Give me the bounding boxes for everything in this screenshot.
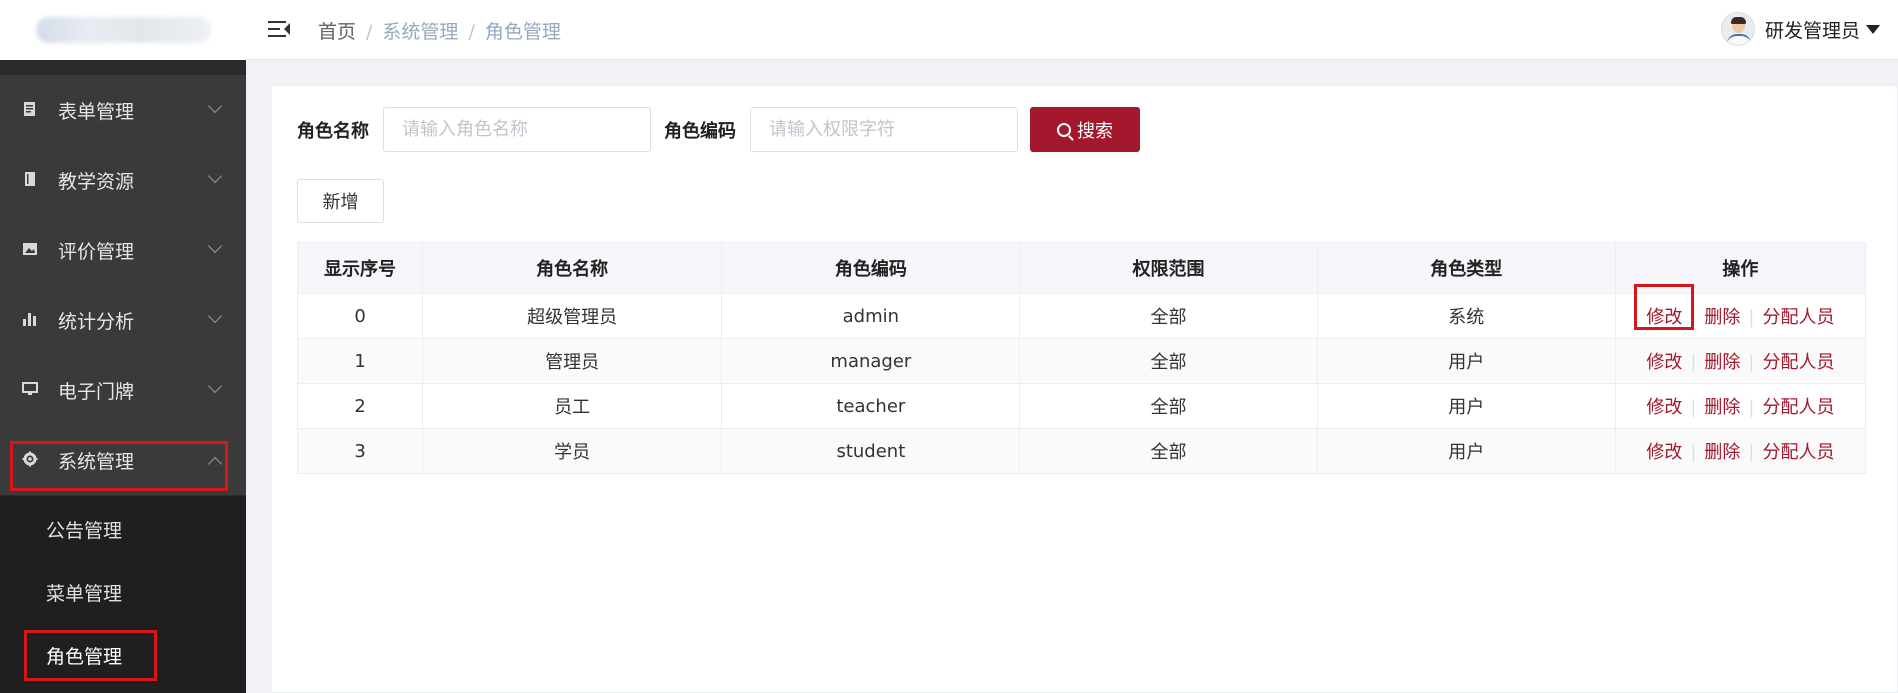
cell-name: 超级管理员 (422, 293, 723, 339)
book-icon (21, 171, 39, 189)
cell-type: 用户 (1316, 338, 1616, 384)
add-button[interactable]: 新增 (297, 179, 384, 223)
delete-link[interactable]: 删除 (1704, 352, 1740, 373)
cell-actions: 修改 | 删除 | 分配人员 (1614, 338, 1867, 384)
menu-toggle-icon[interactable] (268, 20, 290, 38)
sidebar-item-doorplate[interactable]: 电子门牌 (0, 355, 246, 425)
submenu-item-menus[interactable]: 菜单管理 (46, 579, 122, 606)
submenu-item-announcements[interactable]: 公告管理 (46, 516, 122, 543)
sidebar-item-teaching[interactable]: 教学资源 (0, 145, 246, 215)
breadcrumb: 首页 / 系统管理 / 角色管理 (318, 21, 561, 43)
breadcrumb-system[interactable]: 系统管理 (382, 21, 458, 43)
table-row: 2 员工 teacher 全部 用户 修改 | 删除 | 分配人员 (296, 383, 1867, 429)
cell-order: 2 (296, 383, 424, 429)
cell-order: 1 (296, 338, 424, 384)
monitor-icon (21, 381, 39, 399)
assign-users-link[interactable]: 分配人员 (1762, 397, 1834, 418)
roles-table: 显示序号 角色名称 角色编码 权限范围 角色类型 操作 0 超级管理员 admi… (296, 242, 1867, 474)
chevron-down-icon (207, 378, 223, 394)
sidebar-item-label: 教学资源 (58, 170, 135, 193)
cell-name: 学员 (422, 428, 723, 474)
assign-users-link[interactable]: 分配人员 (1762, 442, 1834, 463)
sidebar-highlight-outline (10, 441, 228, 491)
col-header-name: 角色名称 (422, 242, 723, 294)
cell-scope: 全部 (1019, 428, 1318, 474)
breadcrumb-current: 角色管理 (484, 21, 561, 43)
table-header-row: 显示序号 角色名称 角色编码 权限范围 角色类型 操作 (296, 242, 1867, 294)
table-row: 0 超级管理员 admin 全部 系统 修改 | 删除 | 分配人员 (296, 293, 1867, 339)
delete-link[interactable]: 删除 (1704, 442, 1740, 463)
submenu-highlight-outline (24, 630, 157, 681)
edit-link[interactable]: 修改 (1646, 442, 1682, 463)
cell-type: 系统 (1316, 293, 1616, 339)
cell-code: admin (721, 293, 1021, 339)
cell-scope: 全部 (1019, 293, 1318, 339)
breadcrumb-home[interactable]: 首页 (318, 21, 356, 43)
col-header-order: 显示序号 (296, 242, 424, 294)
edit-link[interactable]: 修改 (1646, 352, 1682, 373)
search-button[interactable]: 搜索 (1030, 107, 1140, 152)
cell-actions: 修改 | 删除 | 分配人员 (1614, 428, 1867, 474)
sidebar-item-label: 表单管理 (58, 100, 135, 123)
user-name: 研发管理员 (1764, 19, 1860, 42)
assign-users-link[interactable]: 分配人员 (1762, 307, 1834, 328)
edit-link[interactable]: 修改 (1646, 397, 1682, 418)
sidebar-item-label: 统计分析 (58, 310, 135, 333)
caret-down-icon (1866, 24, 1880, 34)
cell-scope: 全部 (1019, 338, 1318, 384)
cell-name: 管理员 (422, 338, 723, 384)
sidebar-item-evaluation[interactable]: 评价管理 (0, 215, 246, 285)
assign-users-link[interactable]: 分配人员 (1762, 352, 1834, 373)
col-header-code: 角色编码 (721, 242, 1021, 294)
col-header-scope: 权限范围 (1019, 242, 1318, 294)
chevron-down-icon (207, 168, 223, 184)
cell-actions: 修改 | 删除 | 分配人员 (1614, 383, 1867, 429)
role-code-label: 角色编码 (664, 121, 736, 142)
cell-type: 用户 (1316, 383, 1616, 429)
cell-type: 用户 (1316, 428, 1616, 474)
chevron-down-icon (207, 98, 223, 114)
user-menu[interactable]: 研发管理员 (1720, 12, 1880, 46)
sidebar-item-label: 评价管理 (58, 240, 135, 263)
logo-area (0, 0, 246, 60)
avatar (1720, 12, 1755, 46)
table-row: 1 管理员 manager 全部 用户 修改 | 删除 | 分配人员 (296, 338, 1867, 384)
form-icon (21, 101, 39, 119)
cell-name: 员工 (422, 383, 723, 429)
sidebar-item-form[interactable]: 表单管理 (0, 75, 246, 145)
sidebar-item-label: 电子门牌 (58, 380, 135, 403)
edit-highlight-outline (1634, 284, 1694, 330)
cell-order: 3 (296, 428, 424, 474)
col-header-type: 角色类型 (1316, 242, 1616, 294)
search-button-label: 搜索 (1077, 120, 1113, 142)
image-icon (21, 241, 39, 259)
search-icon (1057, 122, 1071, 137)
bar-chart-icon (21, 311, 39, 329)
app-logo (36, 17, 211, 43)
top-header: 首页 / 系统管理 / 角色管理 研发管理员 (246, 0, 1898, 60)
cell-code: teacher (721, 383, 1021, 429)
cell-code: student (721, 428, 1021, 474)
chevron-down-icon (207, 238, 223, 254)
role-name-input[interactable] (383, 107, 651, 152)
cell-scope: 全部 (1019, 383, 1318, 429)
cell-code: manager (721, 338, 1021, 384)
delete-link[interactable]: 删除 (1704, 307, 1740, 328)
content-card: 角色名称 角色编码 搜索 新增 显示序号 角色名称 角色编码 权限范围 角色类型… (271, 85, 1898, 693)
chevron-down-icon (207, 308, 223, 324)
table-row: 3 学员 student 全部 用户 修改 | 删除 | 分配人员 (296, 428, 1867, 474)
delete-link[interactable]: 删除 (1704, 397, 1740, 418)
sidebar: 表单管理 教学资源 评价管理 统计分析 电子门牌 系统管理 公告管理 菜单管理 … (0, 0, 246, 693)
role-name-label: 角色名称 (297, 121, 369, 142)
sidebar-item-statistics[interactable]: 统计分析 (0, 285, 246, 355)
cell-order: 0 (296, 293, 424, 339)
role-code-input[interactable] (750, 107, 1018, 152)
